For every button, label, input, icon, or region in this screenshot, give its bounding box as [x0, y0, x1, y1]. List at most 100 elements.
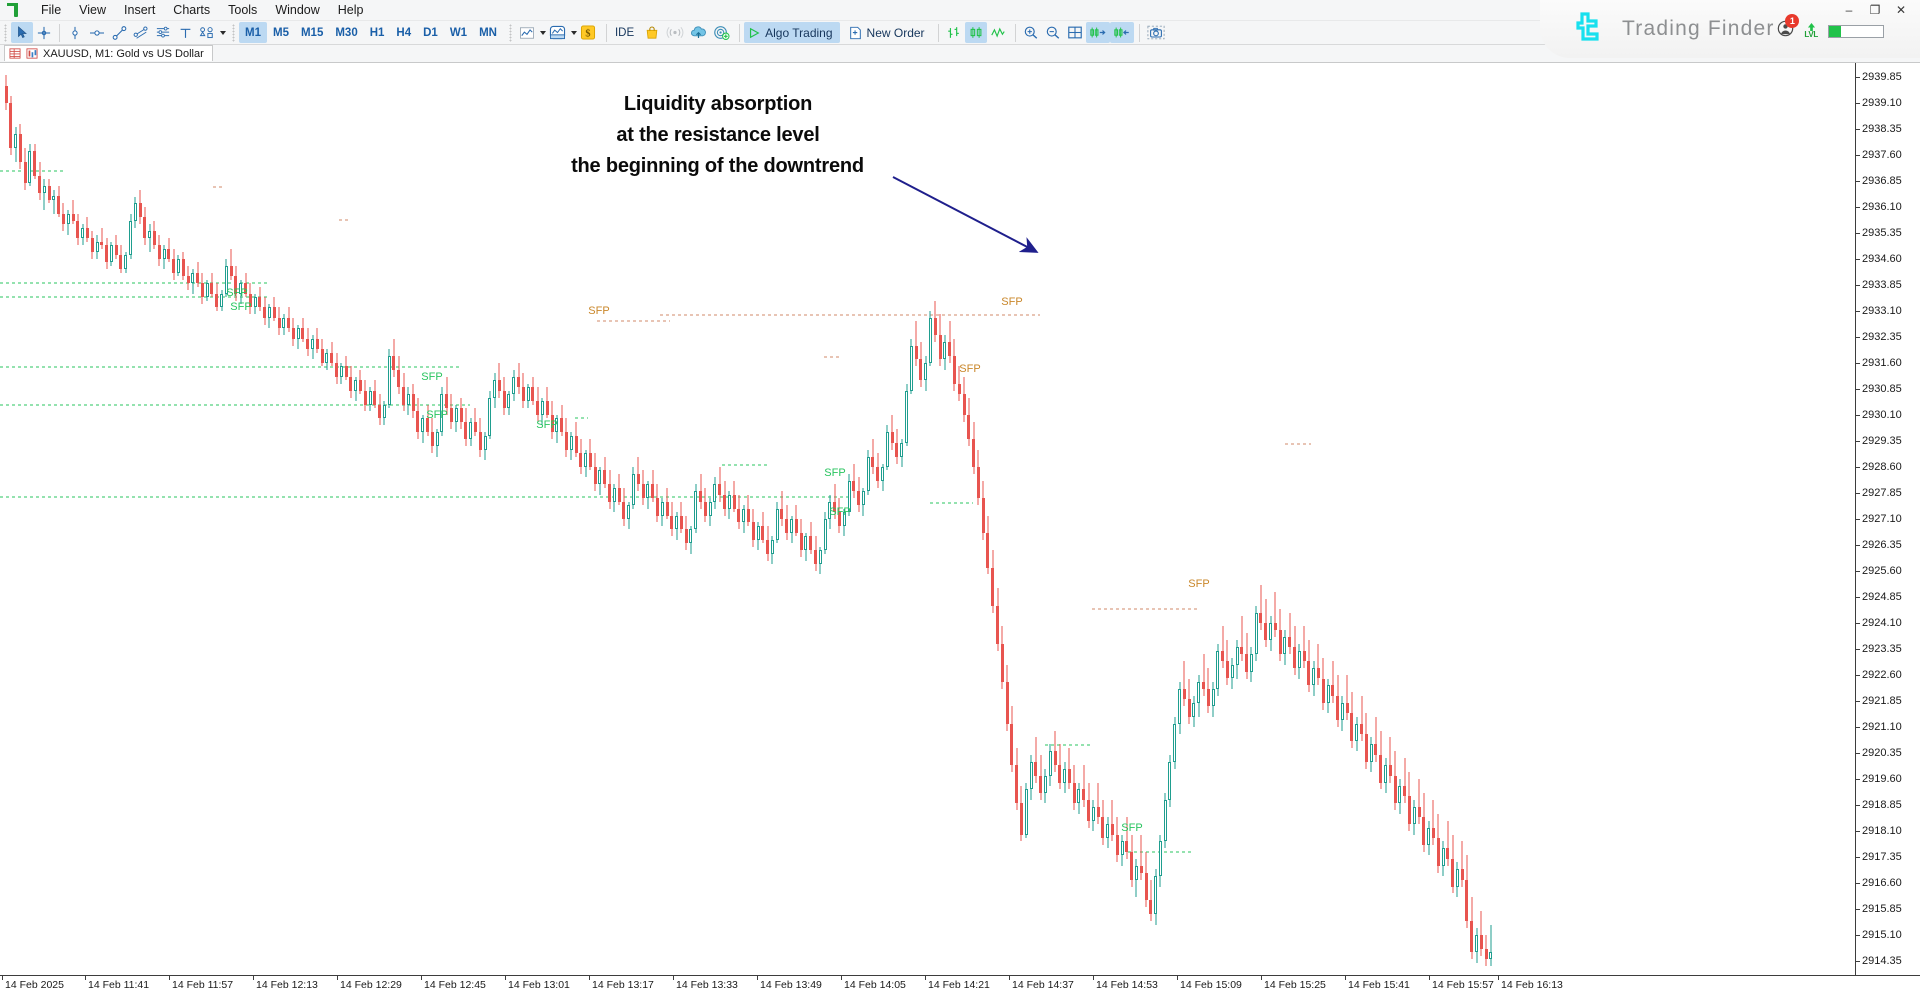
timeframe-h4[interactable]: H4 [390, 22, 417, 43]
candle [723, 480, 726, 516]
cursor-tool[interactable] [11, 22, 33, 43]
play-triangle-icon [750, 27, 760, 38]
candle [1345, 675, 1349, 721]
line-chart-type[interactable] [987, 22, 1009, 43]
price-tick: 2916.60 [1856, 877, 1902, 889]
indicators-list[interactable] [516, 22, 538, 43]
candle [315, 328, 319, 353]
candle [742, 505, 746, 533]
candle [521, 373, 525, 409]
timeframe-group-grip[interactable] [232, 23, 235, 42]
candle [1139, 834, 1143, 880]
fibonacci-tool[interactable] [152, 22, 174, 43]
indicator-group-grip[interactable] [508, 23, 512, 42]
close-button[interactable]: ✕ [1888, 0, 1914, 20]
timeframe-m5[interactable]: M5 [267, 22, 295, 43]
menu-item-tools[interactable]: Tools [219, 0, 266, 20]
timeframe-d1[interactable]: D1 [417, 22, 444, 43]
candle [919, 342, 923, 388]
chart-shift-button[interactable] [1109, 22, 1134, 43]
chart-tab-xauusd[interactable]: XAUUSD, M1: Gold vs US Dollar [4, 45, 213, 61]
channel-tool[interactable] [130, 22, 152, 43]
price-tick-label: 2916.60 [1862, 877, 1902, 890]
vps-button[interactable] [687, 22, 710, 43]
candle [1187, 678, 1191, 724]
screenshot-button[interactable] [1144, 22, 1168, 43]
indicator-window[interactable] [546, 22, 569, 43]
timeframe-mn[interactable]: MN [473, 22, 503, 43]
chart-thumbnail-icon [26, 48, 38, 59]
candle [809, 522, 813, 554]
candle [162, 245, 166, 270]
auto-scroll-button[interactable] [1085, 22, 1110, 43]
maximize-button[interactable]: ❐ [1862, 0, 1888, 20]
candle [1158, 834, 1162, 887]
shapes-dropdown-caret[interactable] [220, 30, 226, 35]
shapes-tool[interactable] [196, 22, 218, 43]
candle [517, 362, 521, 395]
candle [148, 224, 152, 252]
time-axis[interactable]: 14 Feb 2025 14 Feb 11:41 14 Feb 11:57 14 Fe… [0, 975, 1920, 996]
minimize-button[interactable]: – [1836, 0, 1862, 20]
candle [881, 463, 885, 492]
price-tick: 2933.10 [1856, 305, 1902, 317]
price-axis[interactable]: 2939.85 2939.10 2938.35 2937.60 2936.85 2936.… [1855, 63, 1920, 975]
menu-item-file[interactable]: File [32, 0, 70, 20]
candle [176, 255, 180, 277]
zoom-out-button[interactable] [1042, 22, 1064, 43]
bar-chart-type[interactable] [943, 22, 965, 43]
candle [459, 397, 463, 429]
crosshair-tool[interactable] [33, 22, 55, 43]
timeframe-m15[interactable]: M15 [295, 22, 329, 43]
candle [325, 349, 329, 370]
vertical-line-tool[interactable] [64, 22, 86, 43]
market-depth[interactable]: $ [577, 22, 599, 43]
market-button[interactable] [641, 22, 663, 43]
price-tick: 2930.10 [1856, 409, 1902, 421]
price-tick: 2937.60 [1856, 149, 1902, 161]
timeframe-h1[interactable]: H1 [364, 22, 391, 43]
tile-windows-button[interactable] [1064, 22, 1086, 43]
toolbar-grip[interactable] [4, 23, 7, 42]
candle [1015, 747, 1019, 811]
candlestick-chart-type[interactable] [964, 22, 987, 43]
timeframe-m1[interactable]: M1 [239, 22, 267, 43]
candle [1489, 924, 1493, 967]
chart-container[interactable]: SFP SFP SFP SFP SFP SFP SFP SFP SFP SFP SFP SFP Liq… [0, 62, 1920, 996]
candle [109, 241, 113, 266]
candle [1149, 879, 1153, 922]
candle [210, 272, 214, 298]
algo-trading-button[interactable]: Algo Trading [744, 22, 840, 43]
candle [1446, 820, 1450, 866]
account-notification[interactable]: 1 [1777, 14, 1800, 42]
candle [9, 95, 13, 155]
time-tick: 14 Feb 12:29 [337, 976, 402, 991]
subscribe-button[interactable] [710, 22, 733, 43]
menu-item-insert[interactable]: Insert [115, 0, 164, 20]
ide-button[interactable]: IDE [611, 22, 641, 43]
timeframe-w1[interactable]: W1 [444, 22, 473, 43]
candle [138, 189, 142, 225]
signals-button[interactable] [663, 22, 687, 43]
chart-plot-area[interactable]: SFP SFP SFP SFP SFP SFP SFP SFP SFP SFP SFP SFP Liq… [0, 63, 1855, 975]
candle [105, 238, 109, 270]
algo-trading-label: Algo Trading [765, 25, 833, 40]
menu-item-view[interactable]: View [70, 0, 115, 20]
menu-item-window[interactable]: Window [266, 0, 328, 20]
price-tick: 2933.85 [1856, 279, 1902, 291]
trendline-tool[interactable] [108, 22, 130, 43]
text-tool[interactable] [174, 22, 196, 43]
candle [1384, 758, 1388, 793]
candle [263, 297, 267, 325]
timeframe-m30[interactable]: M30 [329, 22, 363, 43]
candle [612, 484, 616, 513]
candle [1374, 716, 1378, 762]
menu-item-help[interactable]: Help [329, 0, 373, 20]
zoom-in-button[interactable] [1020, 22, 1042, 43]
level-indicator[interactable]: LVL [1804, 23, 1818, 39]
horizontal-line-tool[interactable] [86, 22, 108, 43]
menu-item-charts[interactable]: Charts [164, 0, 219, 20]
new-order-button[interactable]: New Order [845, 22, 932, 43]
candle [143, 206, 147, 246]
candle [373, 380, 377, 409]
